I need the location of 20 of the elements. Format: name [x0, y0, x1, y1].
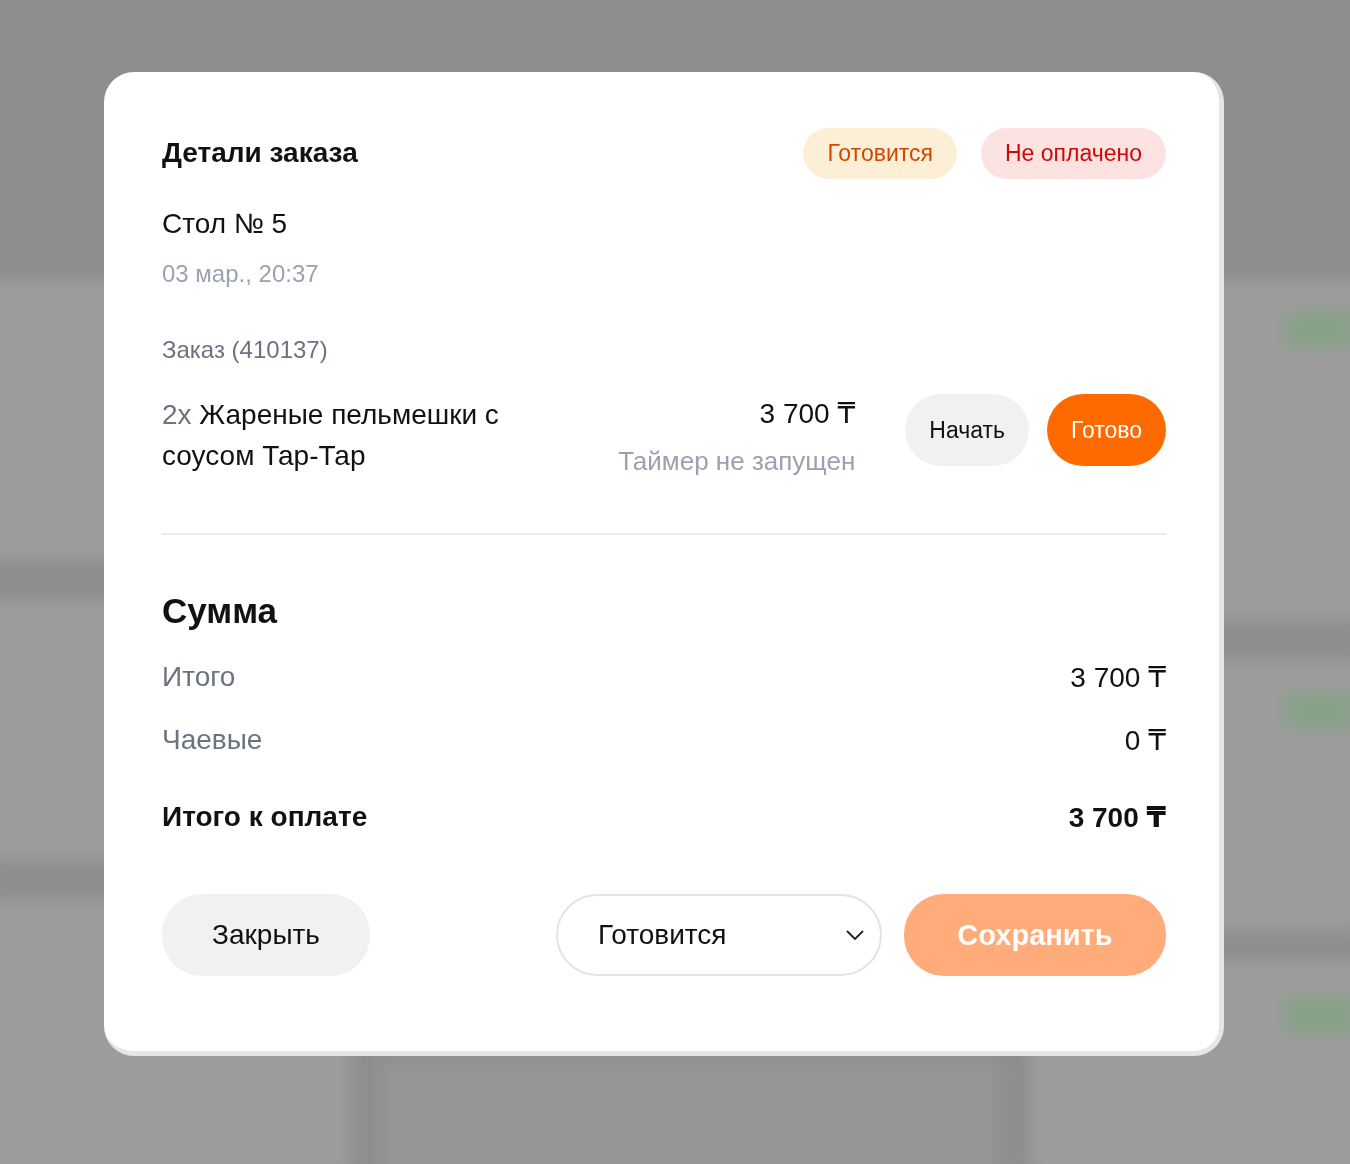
summary-value: 3 700 ₸: [1070, 661, 1166, 694]
timer-status: Таймер не запущен: [618, 446, 856, 477]
summary-label: Чаевые: [162, 724, 263, 757]
item-name: 2x Жареные пельмешки с соусом Тар-Тар: [162, 398, 500, 473]
item-price: 3 700 ₸: [759, 397, 856, 431]
summary-label: Итого к оплате: [162, 801, 368, 834]
table-number: Стол № 5: [162, 208, 289, 240]
summary-label: Итого: [162, 661, 236, 694]
start-button[interactable]: Начать: [905, 394, 1029, 466]
chevron-down-icon: [846, 930, 864, 940]
status-badge: Готовится: [803, 127, 957, 179]
summary-value: 0 ₸: [1124, 724, 1166, 757]
status-badge: Не оплачено: [981, 127, 1166, 179]
dialog-title: Детали заказа: [162, 137, 358, 169]
summary-title: Сумма: [162, 591, 279, 631]
order-datetime: 03 мар., 20:37: [162, 260, 320, 288]
order-number: Заказ (410137): [162, 336, 329, 364]
summary-value: 3 700 ₸: [1068, 801, 1166, 834]
status-dropdown[interactable]: Готовится: [556, 894, 882, 976]
close-button[interactable]: Закрыть: [162, 894, 370, 976]
